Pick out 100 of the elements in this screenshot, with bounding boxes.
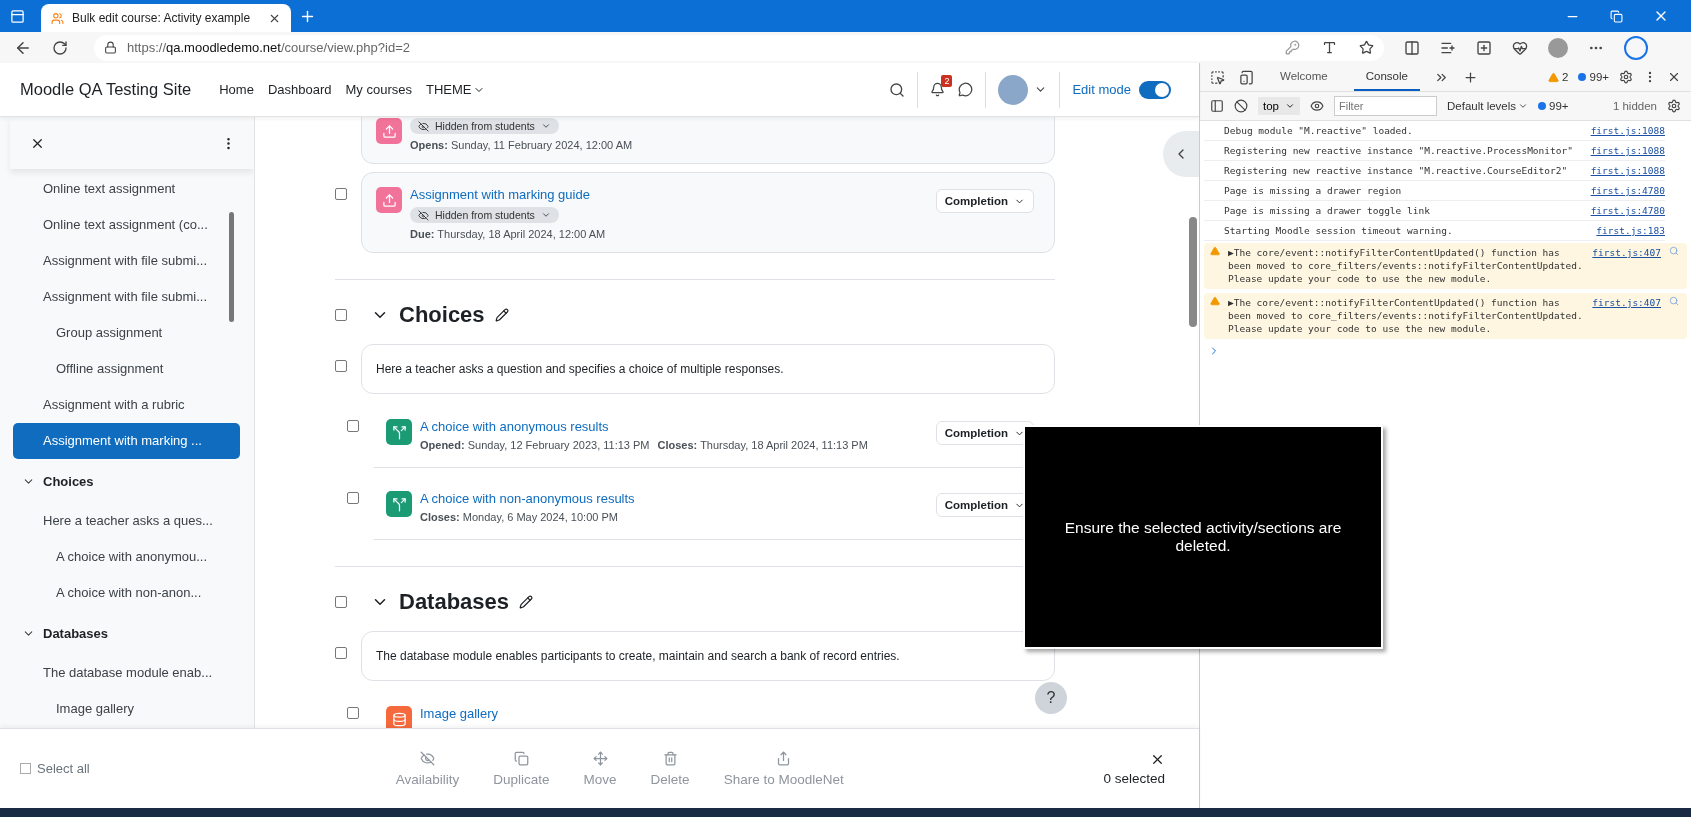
source-link[interactable]: first.js:407 bbox=[1592, 246, 1661, 259]
edit-mode-switch[interactable] bbox=[1139, 80, 1171, 99]
settings-icon[interactable] bbox=[1667, 99, 1681, 113]
checkbox[interactable] bbox=[347, 707, 359, 719]
activity-link[interactable]: A choice with anonymous results bbox=[420, 419, 609, 434]
activity-link[interactable]: A choice with non-anonymous results bbox=[420, 491, 635, 506]
drawer-item[interactable]: Online text assignment (co... bbox=[13, 207, 240, 243]
completion-dropdown[interactable]: Completion bbox=[935, 189, 1034, 213]
sidebar-icon[interactable] bbox=[1210, 99, 1224, 113]
caret-icon bbox=[1285, 101, 1295, 111]
help-button[interactable]: ? bbox=[1035, 682, 1067, 714]
activity-date: Closes: Monday, 6 May 2024, 10:00 PM bbox=[420, 511, 618, 523]
key-icon[interactable] bbox=[1285, 40, 1300, 55]
context-select[interactable]: top bbox=[1258, 97, 1300, 115]
activity-link[interactable]: Assignment with marking guide bbox=[410, 187, 590, 202]
nav-menu[interactable]: THEME bbox=[426, 82, 486, 97]
message-count[interactable]: 99+ bbox=[1538, 100, 1569, 112]
checkbox[interactable] bbox=[335, 360, 347, 372]
drawer-item[interactable]: Assignment with a rubric bbox=[13, 387, 240, 423]
nav-link[interactable]: Dashboard bbox=[267, 82, 332, 97]
filter-field[interactable]: Filter bbox=[1334, 96, 1437, 116]
tab-actions-icon[interactable] bbox=[10, 8, 25, 24]
pencil-icon[interactable] bbox=[519, 595, 534, 609]
bell-icon[interactable] bbox=[930, 82, 946, 97]
browser-tab[interactable]: Bulk edit course: Activity example bbox=[41, 4, 291, 32]
nav-link[interactable]: Home bbox=[219, 82, 254, 97]
drawer-item[interactable]: Assignment with file submi... bbox=[13, 279, 240, 315]
source-link[interactable]: first.js:1088 bbox=[1590, 144, 1665, 157]
search-icon[interactable] bbox=[889, 81, 906, 98]
drawer-toggle[interactable] bbox=[1163, 131, 1199, 177]
warning-count[interactable]: 2 bbox=[1548, 71, 1569, 83]
device-icon[interactable] bbox=[1239, 69, 1254, 85]
address-bar[interactable]: https://qa.moodledemo.net/course/view.php?id=2 bbox=[94, 34, 1384, 61]
clear-icon[interactable] bbox=[1234, 99, 1248, 113]
checkbox[interactable] bbox=[347, 492, 359, 504]
hidden-count: 1 hidden bbox=[1612, 100, 1657, 112]
source-link[interactable]: first.js:183 bbox=[1596, 224, 1665, 237]
restore-icon[interactable] bbox=[1610, 8, 1623, 24]
drawer-item[interactable]: Online text assignment bbox=[13, 171, 240, 207]
copy-icon bbox=[513, 750, 529, 766]
checkbox[interactable] bbox=[335, 309, 347, 321]
close-icon[interactable] bbox=[1667, 70, 1681, 84]
inspect-icon[interactable] bbox=[1210, 69, 1225, 85]
drawer-item[interactable]: Assignment with file submi... bbox=[13, 243, 240, 279]
source-link[interactable]: first.js:1088 bbox=[1590, 164, 1665, 177]
drawer-item[interactable]: A choice with non-anon... bbox=[13, 575, 240, 611]
star-icon[interactable] bbox=[1359, 40, 1374, 55]
checkbox[interactable] bbox=[335, 188, 347, 200]
add-icon[interactable] bbox=[1462, 69, 1478, 85]
visibility-badge[interactable]: Hidden from students bbox=[410, 118, 559, 134]
choice-icon bbox=[386, 419, 412, 445]
source-link[interactable]: first.js:1088 bbox=[1590, 124, 1665, 137]
nav-link[interactable]: My courses bbox=[345, 82, 412, 97]
move-icon bbox=[592, 750, 608, 766]
split-screen-icon[interactable] bbox=[1404, 39, 1420, 56]
edit-mode-label: Edit mode bbox=[1072, 82, 1131, 97]
checkbox[interactable] bbox=[335, 647, 347, 659]
source-link[interactable]: first.js:407 bbox=[1592, 296, 1661, 309]
activity-date: Opened: Sunday, 12 February 2023, 11:13 PM bbox=[420, 439, 650, 451]
visibility-badge[interactable]: Hidden from students bbox=[410, 207, 559, 223]
drawer-item[interactable]: A choice with anonymou... bbox=[13, 539, 240, 575]
drawer-item[interactable]: Image gallery bbox=[13, 691, 240, 727]
pencil-icon[interactable] bbox=[494, 308, 509, 322]
completion-dropdown[interactable]: Completion bbox=[935, 421, 1034, 445]
lock-icon bbox=[104, 41, 117, 54]
chat-icon[interactable] bbox=[958, 82, 974, 97]
drawer-item[interactable]: Offline assignment bbox=[13, 351, 240, 387]
assignment-icon bbox=[376, 187, 402, 213]
log-message: Page is missing a drawer region bbox=[1224, 184, 1403, 197]
select-all-checkbox[interactable]: Select all bbox=[20, 761, 90, 776]
drawer-section[interactable]: Choices bbox=[43, 473, 94, 489]
drawer-item[interactable]: Group assignment bbox=[13, 315, 240, 351]
scrollbar[interactable] bbox=[229, 212, 234, 322]
warning-icon bbox=[1210, 246, 1220, 256]
eye-icon[interactable] bbox=[1310, 99, 1324, 113]
checkbox[interactable] bbox=[347, 420, 359, 432]
notification-count: 2 bbox=[941, 75, 953, 87]
drawer-item[interactable]: Here a teacher asks a ques... bbox=[13, 503, 240, 539]
levels-dropdown[interactable]: Default levels bbox=[1447, 100, 1529, 112]
log-message: Starting Moodle session timeout warning. bbox=[1224, 224, 1454, 237]
activity-link[interactable]: Image gallery bbox=[420, 706, 499, 721]
activity-date: Opens: Sunday, 11 February 2024, 12:00 AM bbox=[410, 139, 633, 151]
drawer-item[interactable]: The database module enab... bbox=[13, 655, 240, 691]
checkbox[interactable] bbox=[335, 596, 347, 608]
read-aloud-icon[interactable] bbox=[1322, 40, 1337, 55]
collections-icon[interactable] bbox=[1476, 39, 1492, 56]
drawer-section[interactable]: Databases bbox=[43, 625, 109, 641]
source-link[interactable]: first.js:4780 bbox=[1590, 184, 1665, 197]
eye-off-icon bbox=[420, 750, 435, 766]
devtools-tab[interactable]: Welcome bbox=[1268, 63, 1340, 91]
message-count[interactable]: 99+ bbox=[1578, 71, 1609, 83]
drawer-item[interactable]: Assignment with marking ... bbox=[13, 423, 240, 459]
warning-message: ▶The core/event::notifyFilterContentUpdated() function has been moved to core_filters/events::notifyFilterContentUpdated. Please update your code to use the new module. bbox=[1228, 246, 1584, 285]
health-icon[interactable] bbox=[1512, 39, 1528, 56]
site-name[interactable]: Moodle QA Testing Site bbox=[20, 80, 192, 99]
settings-icon[interactable] bbox=[1619, 70, 1633, 84]
profile-icon[interactable] bbox=[1548, 37, 1568, 58]
scrollbar[interactable] bbox=[1189, 217, 1197, 327]
source-link[interactable]: first.js:4780 bbox=[1590, 204, 1665, 217]
reload-icon[interactable] bbox=[52, 39, 68, 56]
